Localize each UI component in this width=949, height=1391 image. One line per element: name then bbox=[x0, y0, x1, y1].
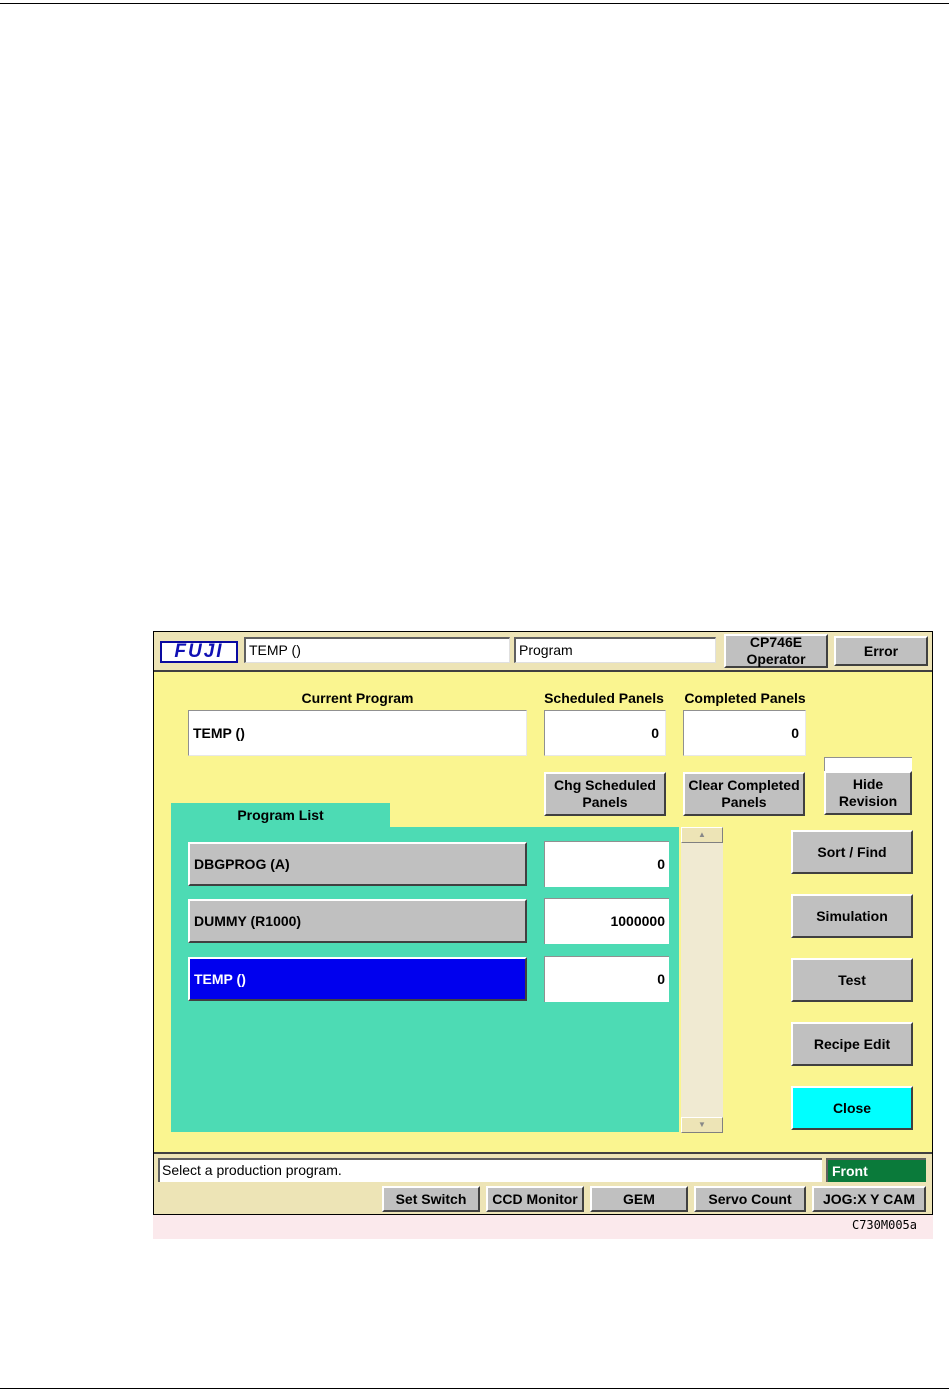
scroll-up-arrow-icon[interactable]: ▲ bbox=[681, 827, 723, 843]
completed-panels-field: 0 bbox=[683, 710, 806, 756]
ccd-monitor-button[interactable]: CCD Monitor bbox=[486, 1186, 584, 1212]
set-switch-button[interactable]: Set Switch bbox=[382, 1186, 480, 1212]
jog-button[interactable]: JOG:X Y CAM bbox=[812, 1186, 926, 1212]
servo-count-button[interactable]: Servo Count bbox=[694, 1186, 806, 1212]
chg-scheduled-panels-button[interactable]: Chg Scheduled Panels bbox=[544, 772, 666, 816]
title-program-field: TEMP () bbox=[244, 637, 510, 663]
operator-button[interactable]: CP746E Operator bbox=[724, 634, 828, 668]
scheduled-panels-label: Scheduled Panels bbox=[544, 690, 664, 706]
front-indicator: Front bbox=[826, 1158, 926, 1182]
title-bar: FUJI TEMP () Program CP746E Operator Err… bbox=[154, 632, 932, 672]
figure-caption-strip: C730M005a bbox=[153, 1215, 933, 1239]
scroll-down-arrow-icon[interactable]: ▼ bbox=[681, 1117, 723, 1133]
sort-find-button[interactable]: Sort / Find bbox=[791, 830, 913, 874]
program-list-scrollbar[interactable]: ▲ ▼ bbox=[681, 827, 723, 1133]
program-row-dummy-value: 1000000 bbox=[544, 898, 669, 944]
hide-revision-button[interactable]: Hide Revision bbox=[824, 771, 912, 815]
recipe-edit-button[interactable]: Recipe Edit bbox=[791, 1022, 913, 1066]
program-row-dummy[interactable]: DUMMY (R1000) bbox=[188, 899, 527, 943]
title-mode-field: Program bbox=[514, 637, 716, 663]
program-row-temp-value: 0 bbox=[544, 956, 669, 1002]
completed-panels-label: Completed Panels bbox=[684, 690, 806, 706]
close-button[interactable]: Close bbox=[791, 1086, 913, 1130]
simulation-button[interactable]: Simulation bbox=[791, 894, 913, 938]
test-button[interactable]: Test bbox=[791, 958, 913, 1002]
status-bar: Select a production program. Front Set S… bbox=[154, 1152, 932, 1214]
page-top-rule bbox=[0, 3, 949, 4]
clear-completed-panels-button[interactable]: Clear Completed Panels bbox=[683, 772, 805, 816]
program-row-dbgprog-value: 0 bbox=[544, 841, 669, 887]
error-button[interactable]: Error bbox=[834, 636, 928, 666]
program-screen: FUJI TEMP () Program CP746E Operator Err… bbox=[153, 631, 933, 1215]
program-list-title: Program List bbox=[171, 803, 390, 827]
status-message: Select a production program. bbox=[158, 1158, 822, 1182]
revision-field bbox=[824, 757, 912, 771]
program-row-temp[interactable]: TEMP () bbox=[188, 957, 527, 1001]
scheduled-panels-field: 0 bbox=[544, 710, 666, 756]
figure-caption: C730M005a bbox=[851, 1218, 917, 1232]
fuji-logo: FUJI bbox=[160, 641, 238, 663]
program-row-dbgprog[interactable]: DBGPROG (A) bbox=[188, 842, 527, 886]
current-program-label: Current Program bbox=[301, 690, 414, 706]
gem-button[interactable]: GEM bbox=[590, 1186, 688, 1212]
current-program-field: TEMP () bbox=[188, 710, 527, 756]
page-bottom-rule bbox=[0, 1388, 949, 1389]
